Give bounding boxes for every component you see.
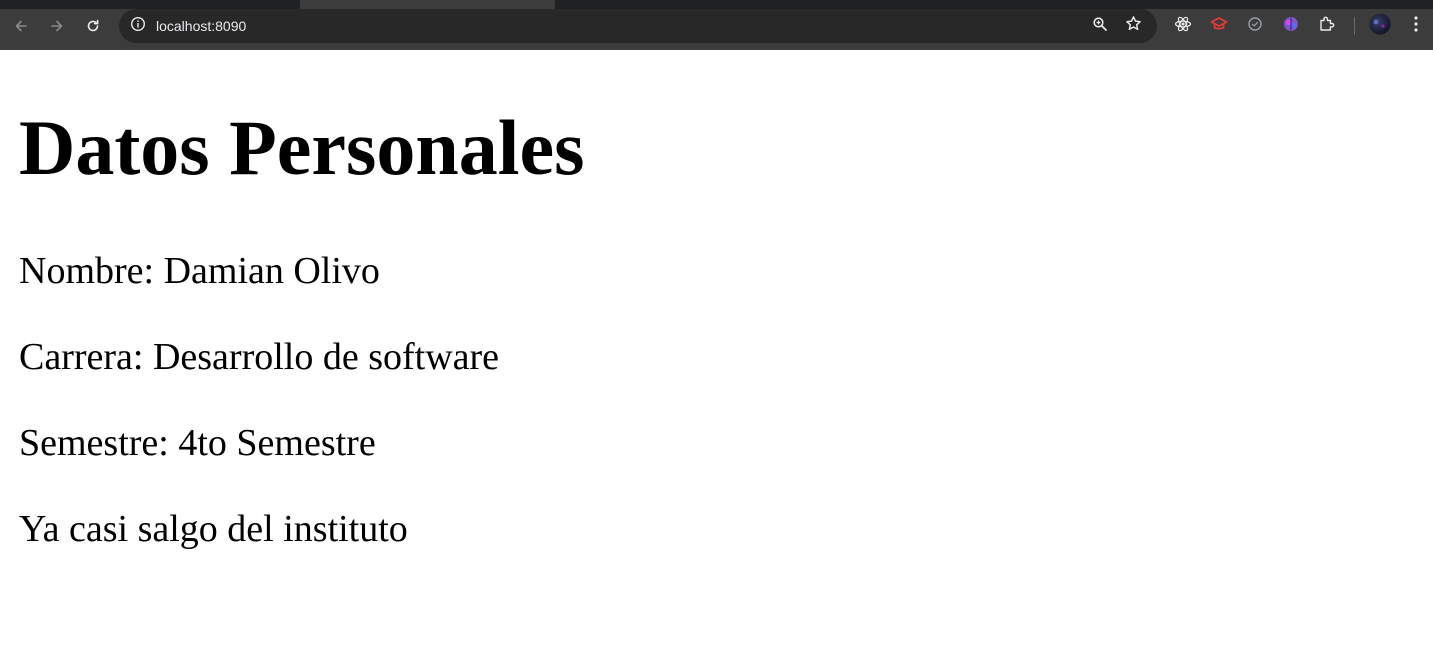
kebab-menu-icon bbox=[1413, 15, 1419, 38]
brain-icon bbox=[1282, 15, 1300, 38]
reload-button[interactable] bbox=[81, 14, 105, 38]
browser-toolbar: localhost:8090 bbox=[0, 0, 1433, 50]
forward-button[interactable] bbox=[45, 14, 69, 38]
bookmark-button[interactable] bbox=[1122, 15, 1144, 37]
extension-red[interactable] bbox=[1207, 14, 1231, 38]
extension-react-devtools[interactable] bbox=[1171, 14, 1195, 38]
react-icon bbox=[1174, 15, 1192, 38]
message-text: Ya casi salgo del instituto bbox=[19, 508, 408, 550]
zoom-icon bbox=[1092, 16, 1108, 37]
url-text[interactable]: localhost:8090 bbox=[156, 17, 246, 35]
extensions-menu-button[interactable] bbox=[1315, 14, 1339, 38]
nombre-text: Nombre: Damian Olivo bbox=[19, 250, 380, 292]
extension-circle[interactable] bbox=[1243, 14, 1267, 38]
semestre-text: Semestre: 4to Semestre bbox=[19, 422, 376, 464]
graduation-cap-icon bbox=[1210, 15, 1228, 38]
circle-check-icon bbox=[1247, 16, 1263, 37]
arrow-right-icon bbox=[49, 18, 65, 34]
tab-strip bbox=[0, 0, 1433, 9]
site-info-button[interactable] bbox=[127, 15, 149, 37]
zoom-button[interactable] bbox=[1089, 15, 1111, 37]
arrow-left-icon bbox=[13, 18, 29, 34]
page-title: Datos Personales bbox=[19, 104, 585, 191]
info-icon bbox=[130, 16, 146, 37]
back-button[interactable] bbox=[9, 14, 33, 38]
toolbar-divider bbox=[1354, 17, 1355, 35]
puzzle-icon bbox=[1318, 15, 1336, 38]
extension-purple[interactable] bbox=[1279, 14, 1303, 38]
avatar bbox=[1369, 13, 1391, 40]
reload-icon bbox=[85, 18, 101, 34]
profile-button[interactable] bbox=[1368, 13, 1392, 40]
page-content: Datos Personales Nombre: Damian Olivo Ca… bbox=[0, 50, 1433, 652]
address-bar[interactable]: localhost:8090 bbox=[119, 9, 1157, 43]
browser-menu-button[interactable] bbox=[1404, 14, 1428, 38]
active-tab[interactable] bbox=[300, 0, 555, 9]
star-icon bbox=[1125, 15, 1142, 37]
carrera-text: Carrera: Desarrollo de software bbox=[19, 336, 500, 378]
